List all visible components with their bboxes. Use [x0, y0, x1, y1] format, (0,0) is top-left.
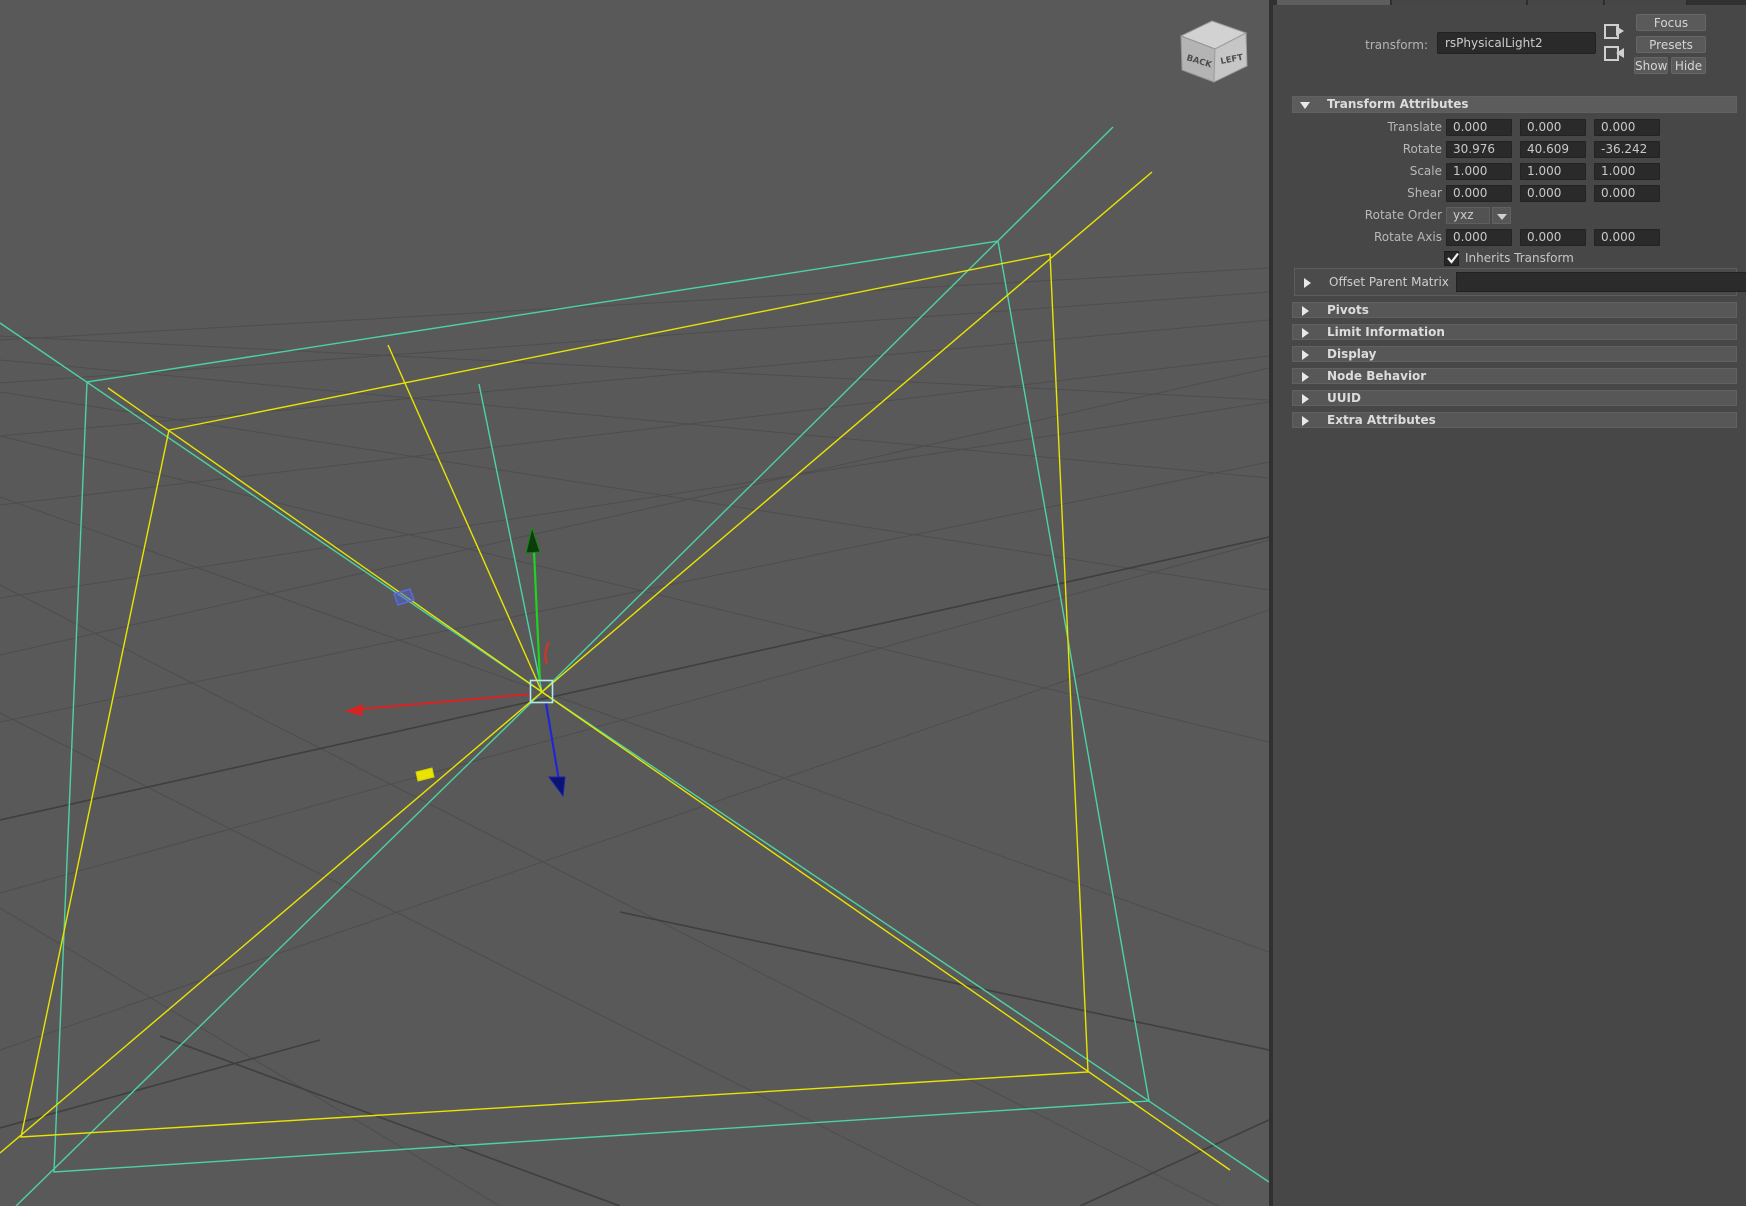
- section-title: Extra Attributes: [1327, 413, 1436, 428]
- expand-arrow-icon[interactable]: [1302, 350, 1309, 360]
- focus-button[interactable]: Focus: [1636, 14, 1706, 31]
- rotate-label: Rotate: [1273, 141, 1442, 158]
- rotate-order-select[interactable]: yxz: [1446, 207, 1490, 224]
- expand-arrow-icon[interactable]: [1302, 306, 1309, 316]
- section-uuid[interactable]: UUID: [1292, 390, 1737, 406]
- translate-label: Translate: [1273, 119, 1442, 136]
- section-title: UUID: [1327, 391, 1361, 406]
- show-button[interactable]: Show: [1634, 57, 1668, 74]
- manipulator-x-arrowhead[interactable]: [345, 704, 363, 716]
- presets-button[interactable]: Presets: [1636, 36, 1706, 53]
- translate-row: Translate 0.000 0.000 0.000: [1273, 119, 1746, 136]
- rotate-row: Rotate 30.976 40.609 -36.242: [1273, 141, 1746, 158]
- attribute-editor-tabstrip: [1273, 0, 1746, 5]
- expand-arrow-icon[interactable]: [1302, 328, 1309, 338]
- section-title: Offset Parent Matrix: [1329, 275, 1449, 289]
- attribute-editor-tab[interactable]: [1528, 0, 1604, 5]
- shear-row: Shear 0.000 0.000 0.000: [1273, 185, 1746, 202]
- rotate-y-field[interactable]: 40.609: [1520, 141, 1586, 158]
- collapse-arrow-icon[interactable]: [1300, 102, 1310, 109]
- viewport-scene: BACK LEFT: [0, 0, 1269, 1206]
- expand-arrow-icon[interactable]: [1302, 372, 1309, 382]
- expand-arrow-icon[interactable]: [1302, 416, 1309, 426]
- rotate-axis-label: Rotate Axis: [1273, 229, 1442, 246]
- inherits-transform-label: Inherits Transform: [1465, 250, 1574, 266]
- rotate-order-label: Rotate Order: [1273, 207, 1442, 224]
- rotate-z-field[interactable]: -36.242: [1594, 141, 1660, 158]
- manipulator-y-axis[interactable]: [534, 551, 540, 682]
- manipulator-z-axis[interactable]: [546, 703, 559, 781]
- view-cube[interactable]: BACK LEFT: [1181, 21, 1247, 82]
- expand-arrow-icon[interactable]: [1302, 394, 1309, 404]
- transform-name-input[interactable]: rsPhysicalLight2: [1437, 32, 1596, 54]
- rotate-axis-row: Rotate Axis 0.000 0.000 0.000: [1273, 229, 1746, 246]
- section-extra-attributes[interactable]: Extra Attributes: [1292, 412, 1737, 428]
- section-title: Display: [1327, 347, 1376, 362]
- shear-x-field[interactable]: 0.000: [1446, 185, 1512, 202]
- section-pivots[interactable]: Pivots: [1292, 302, 1737, 318]
- section-node-behavior[interactable]: Node Behavior: [1292, 368, 1737, 384]
- attribute-editor-tab[interactable]: [1277, 0, 1391, 5]
- translate-z-field[interactable]: 0.000: [1594, 119, 1660, 136]
- tear-off-tab-icon[interactable]: [1603, 45, 1625, 62]
- attribute-editor-tab[interactable]: [1392, 0, 1527, 5]
- translate-x-field[interactable]: 0.000: [1446, 119, 1512, 136]
- light-handle-yellow[interactable]: [416, 768, 434, 781]
- section-title: Node Behavior: [1327, 369, 1426, 384]
- move-manipulator[interactable]: [345, 528, 565, 796]
- light-wireframe-mint[interactable]: [0, 127, 1269, 1206]
- section-title: Limit Information: [1327, 325, 1445, 340]
- section-title: Transform Attributes: [1327, 97, 1469, 112]
- scale-z-field[interactable]: 1.000: [1594, 163, 1660, 180]
- scale-y-field[interactable]: 1.000: [1520, 163, 1586, 180]
- shear-label: Shear: [1273, 185, 1442, 202]
- section-title: Pivots: [1327, 303, 1369, 318]
- translate-y-field[interactable]: 0.000: [1520, 119, 1586, 136]
- rotate-axis-x-field[interactable]: 0.000: [1446, 229, 1512, 246]
- section-transform-attributes[interactable]: Transform Attributes: [1292, 96, 1737, 113]
- section-limit-information[interactable]: Limit Information: [1292, 324, 1737, 340]
- manipulator-y-arrowhead[interactable]: [526, 528, 540, 553]
- hide-button[interactable]: Hide: [1671, 57, 1706, 74]
- chevron-down-icon[interactable]: [1492, 207, 1511, 224]
- light-wireframe-yellow[interactable]: [0, 172, 1230, 1170]
- application-window: BACK LEFT transform: rsPhysicalLight2 Fo…: [0, 0, 1746, 1206]
- scale-label: Scale: [1273, 163, 1442, 180]
- checkmark-icon: [1445, 250, 1461, 266]
- section-display[interactable]: Display: [1292, 346, 1737, 362]
- section-offset-parent-matrix[interactable]: Offset Parent Matrix: [1294, 268, 1737, 296]
- manipulator-z-arrowhead[interactable]: [549, 777, 565, 796]
- rotate-axis-z-field[interactable]: 0.000: [1594, 229, 1660, 246]
- copy-tab-icon[interactable]: [1603, 23, 1625, 40]
- rotate-axis-y-field[interactable]: 0.000: [1520, 229, 1586, 246]
- scale-row: Scale 1.000 1.000 1.000: [1273, 163, 1746, 180]
- expand-arrow-icon[interactable]: [1304, 278, 1311, 288]
- rotate-x-field[interactable]: 30.976: [1446, 141, 1512, 158]
- transform-label: transform:: [1273, 38, 1428, 52]
- scale-x-field[interactable]: 1.000: [1446, 163, 1512, 180]
- attribute-editor-panel: transform: rsPhysicalLight2 Focus Preset…: [1269, 0, 1746, 1206]
- shear-y-field[interactable]: 0.000: [1520, 185, 1586, 202]
- shear-z-field[interactable]: 0.000: [1594, 185, 1660, 202]
- inherits-transform-checkbox[interactable]: [1444, 251, 1459, 266]
- inherits-transform-row: Inherits Transform: [1273, 250, 1746, 266]
- rotate-order-row: Rotate Order yxz: [1273, 207, 1746, 224]
- viewport-3d[interactable]: BACK LEFT: [0, 0, 1269, 1206]
- offset-parent-matrix-field[interactable]: [1456, 272, 1746, 292]
- attribute-editor-tab[interactable]: [1605, 0, 1687, 5]
- manipulator-red-tick: [545, 642, 549, 664]
